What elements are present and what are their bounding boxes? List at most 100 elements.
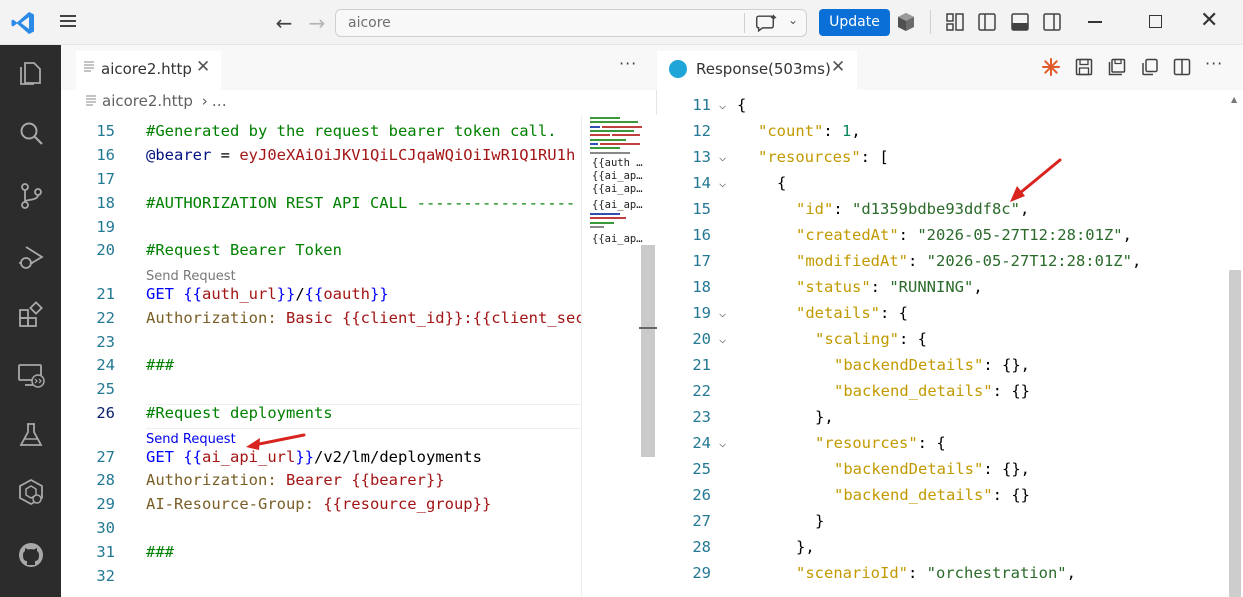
toggle-primary-sidebar-icon[interactable] [977, 12, 997, 32]
brace: {{ [304, 285, 324, 303]
line-number: 27 [692, 512, 711, 530]
rest-client-icon [669, 60, 687, 78]
line-number: 19 [692, 304, 711, 322]
brace: {{ [183, 448, 202, 466]
close-window-icon[interactable]: ✕ [1200, 8, 1218, 33]
json-key: "resources" [758, 148, 861, 166]
chevron-down-icon[interactable]: ⌵ [719, 306, 726, 320]
request-separator: ### [146, 543, 174, 561]
line-number: 13 [692, 148, 711, 166]
chevron-down-icon[interactable]: ⌵ [719, 176, 726, 190]
maximize-icon[interactable] [1149, 15, 1162, 28]
more-actions-icon[interactable]: ··· [1205, 54, 1223, 73]
ai-toolkit-icon[interactable] [17, 478, 45, 506]
json-colon: : [983, 356, 1002, 374]
brace: }} [276, 285, 296, 303]
search-icon[interactable] [17, 120, 45, 148]
json-colon: : [907, 252, 927, 270]
scroll-up-icon[interactable]: ▲ [1231, 95, 1237, 104]
save-body-icon[interactable] [1108, 58, 1126, 76]
json-punctuation: { [898, 304, 909, 322]
remote-explorer-icon[interactable] [17, 361, 45, 389]
chevron-down-icon[interactable]: ⌵ [719, 150, 726, 164]
copilot-chat-icon[interactable] [744, 13, 784, 33]
minimize-icon[interactable] [1088, 21, 1102, 23]
json-punctuation: {} [1001, 460, 1021, 478]
extensions-icon[interactable] [17, 301, 45, 329]
close-icon[interactable]: ✕ [831, 57, 845, 77]
breadcrumb-more[interactable]: … [212, 92, 227, 110]
response-viewer[interactable]: 11 ⌵ { 12 "count": 1, 13 ⌵ "resources": [ 14 ⌵… [657, 96, 1229, 597]
github-icon[interactable] [17, 541, 45, 569]
line-number: 20 [692, 330, 711, 348]
breadcrumb: aicore2.http ›… [86, 92, 227, 114]
update-button[interactable]: Update [819, 9, 890, 36]
json-punctuation: { [936, 434, 946, 452]
scrollbar-position-marker [639, 327, 657, 329]
menu-icon[interactable] [56, 12, 80, 34]
more-actions-icon[interactable]: ··· [619, 54, 637, 73]
json-key: "count" [758, 122, 824, 140]
json-punctuation: }, [796, 538, 815, 556]
json-colon: : [992, 486, 1012, 504]
annotation-arrow-icon [1010, 158, 1062, 202]
chevron-down-icon[interactable]: ⌵ [719, 98, 726, 112]
json-key: "backendDetails" [834, 460, 984, 478]
file-icon [84, 61, 94, 72]
customize-layout-icon[interactable] [945, 12, 965, 32]
toggle-panel-icon[interactable] [1010, 12, 1030, 32]
json-colon: : [870, 278, 890, 296]
chevron-down-icon[interactable]: ⌵ [719, 436, 726, 450]
copilot-sparkle-icon[interactable] [1042, 58, 1060, 76]
json-string: "2026-05-27T12:28:01Z" [917, 226, 1123, 244]
tab-aicore2-http[interactable]: aicore2.http ✕ [76, 51, 221, 90]
tab-response[interactable]: Response(503ms) ✕ [657, 51, 857, 90]
forward-arrow-icon[interactable]: → [305, 11, 329, 35]
send-request-codelens[interactable]: Send Request [146, 269, 236, 284]
file-icon [86, 95, 96, 106]
chevron-down-icon[interactable]: ⌵ [719, 332, 726, 346]
toggle-secondary-sidebar-icon[interactable] [1042, 12, 1062, 32]
json-comma: , [1020, 460, 1030, 478]
json-colon: : [860, 148, 880, 166]
vertical-scrollbar[interactable] [1229, 270, 1241, 597]
back-arrow-icon[interactable]: ← [272, 11, 296, 35]
json-colon: : [833, 200, 852, 218]
header-name: Authorization: [146, 471, 277, 489]
source-control-icon[interactable] [17, 182, 45, 210]
explorer-icon[interactable] [17, 59, 45, 87]
run-debug-icon[interactable] [17, 244, 45, 272]
breadcrumb-file[interactable]: aicore2.http [102, 92, 193, 110]
save-response-icon[interactable] [1075, 58, 1093, 76]
send-request-codelens[interactable]: Send Request [146, 432, 236, 447]
line-number: 26 [96, 404, 115, 422]
close-icon[interactable]: ✕ [196, 57, 210, 77]
right-tab-bar: Response(503ms) ✕ ··· [657, 45, 1243, 90]
line-number: 31 [96, 543, 115, 561]
testing-icon[interactable] [17, 421, 45, 449]
json-key: "status" [796, 278, 871, 296]
json-comma: , [1122, 226, 1132, 244]
command-center-search[interactable]: aicore ⌄ [335, 9, 807, 37]
json-colon: : [899, 330, 918, 348]
vertical-scrollbar[interactable] [641, 245, 655, 457]
request-separator: ### [146, 356, 174, 374]
line-number: 24 [692, 434, 711, 452]
line-number: 28 [692, 538, 711, 556]
chevron-down-icon[interactable]: ⌄ [788, 13, 798, 27]
template-variable: {{resource_group}} [313, 495, 492, 513]
template-variable: auth_url [202, 285, 277, 303]
split-editor-icon[interactable] [1173, 58, 1191, 76]
http-editor[interactable]: 14 15 #Generated by the request bearer to… [61, 115, 581, 597]
json-comma: , [1066, 564, 1076, 582]
minimap-text: {{ai_ap… [592, 199, 643, 211]
cube-icon[interactable] [896, 12, 916, 32]
line-number: 29 [96, 495, 115, 513]
json-key: "backend_details" [834, 382, 993, 400]
line-number: 20 [96, 241, 115, 259]
comment-text: #Generated by the request bearer token c… [146, 122, 557, 140]
activity-bar [0, 45, 61, 597]
copy-icon[interactable] [1141, 58, 1159, 76]
json-colon: : [983, 460, 1002, 478]
json-colon: : [823, 122, 842, 140]
